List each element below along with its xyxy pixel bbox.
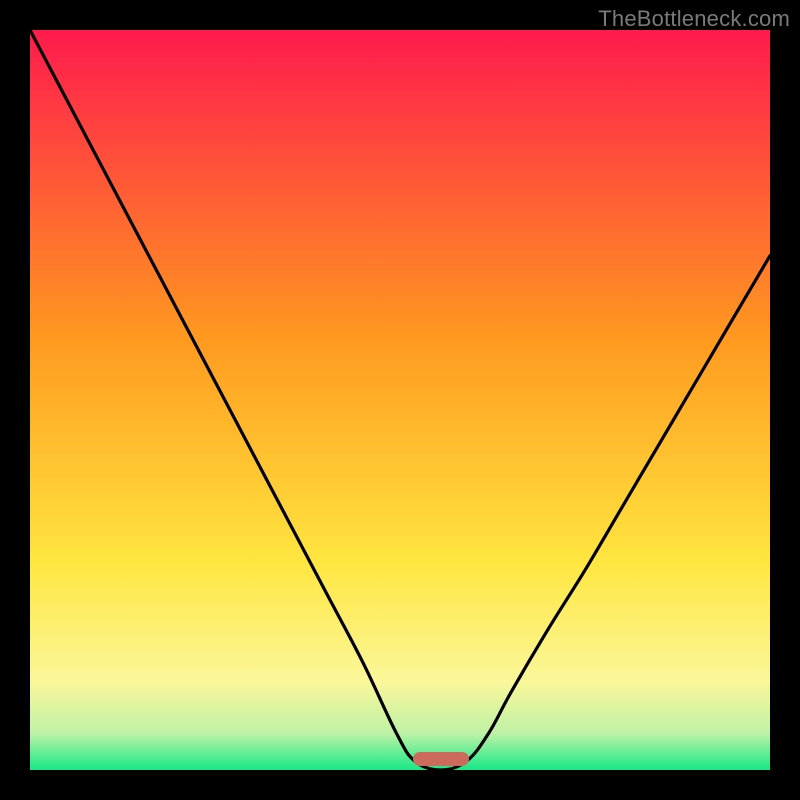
plot-svg <box>30 30 770 770</box>
chart-frame: TheBottleneck.com <box>0 0 800 800</box>
watermark-text: TheBottleneck.com <box>598 6 790 32</box>
plot-area <box>30 30 770 770</box>
optimum-marker <box>413 752 469 766</box>
gradient-background <box>30 30 770 770</box>
